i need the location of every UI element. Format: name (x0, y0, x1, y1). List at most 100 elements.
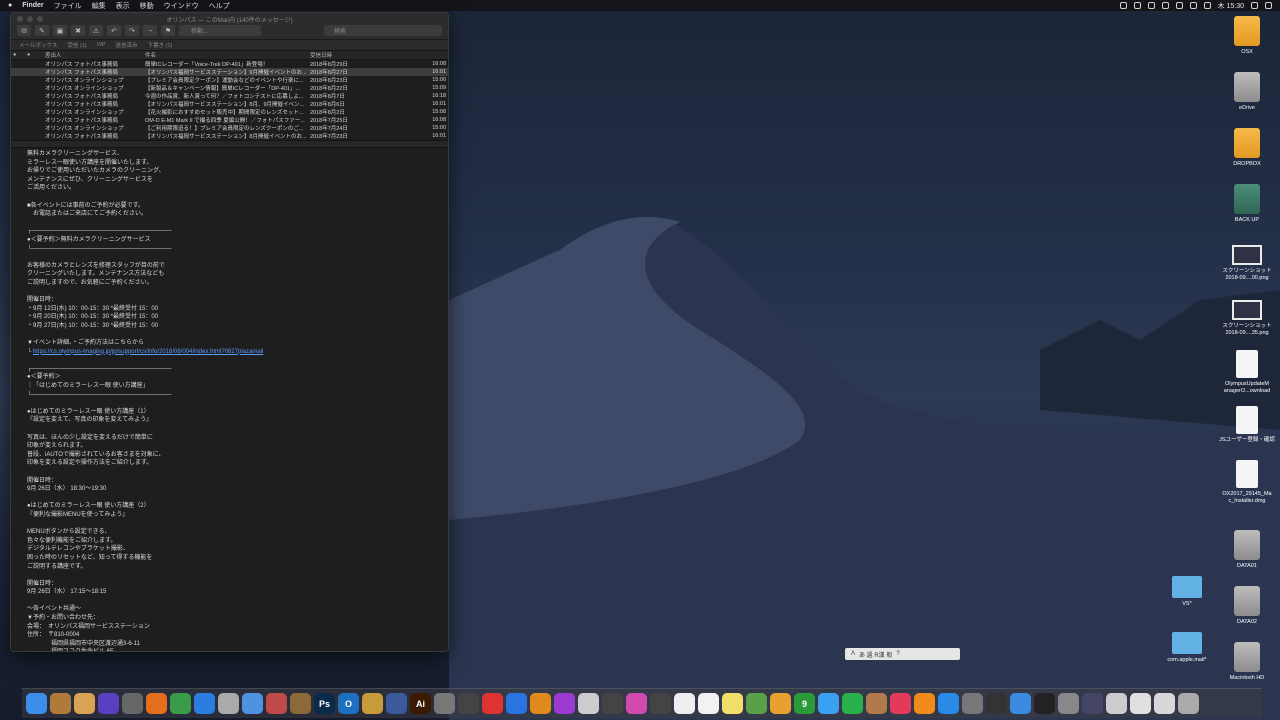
desktop-icon[interactable]: DROPBOX (1212, 128, 1280, 168)
message-row[interactable]: オリンパス オンラインショップ 【新製品＆キャンペーン情報】簡単ICレコーダー「D… (11, 84, 448, 92)
siri-icon[interactable] (98, 693, 119, 714)
message-row[interactable]: オリンパス オンラインショップ 【ご利用期限迫る！】プレミア会員限定のレンズクーポ… (11, 124, 448, 132)
contacts-icon[interactable] (866, 693, 887, 714)
menu-extra-icon[interactable] (1119, 2, 1127, 9)
message-row[interactable]: オリンパス オンラインショップ 【花火撮影におすすめセット販売中】期間限定のレンズ… (11, 108, 448, 116)
disk-utility-icon[interactable] (434, 693, 455, 714)
activity-monitor-icon[interactable] (986, 693, 1007, 714)
message-row[interactable]: オリンパス オンラインショップ 【プレミア会員限定クーポン】運動会などのイベントや… (11, 76, 448, 84)
stamp-icon[interactable] (362, 693, 383, 714)
reply-all-icon[interactable]: ↷ (125, 25, 139, 36)
favorites-mailboxes[interactable]: メールボックス (19, 41, 57, 49)
pane-divider[interactable] (11, 140, 448, 148)
camera-icon[interactable] (458, 693, 479, 714)
clock[interactable]: 木 15:30 (1218, 1, 1244, 11)
stickies-icon[interactable] (722, 693, 743, 714)
ibooks-icon[interactable] (914, 693, 935, 714)
header-date[interactable]: 受信日時 (308, 51, 418, 59)
junk-icon[interactable]: ⚠ (89, 25, 103, 36)
infuse-icon[interactable] (530, 693, 551, 714)
notes-editor-icon[interactable] (218, 693, 239, 714)
messages-icon[interactable] (818, 693, 839, 714)
printer-icon[interactable] (1106, 693, 1127, 714)
time-machine-icon[interactable] (1147, 2, 1155, 9)
message-row[interactable]: オリンパス フォトパス事務局 【オリンパス福岡サービスステーション】8月開催イベン… (11, 132, 448, 140)
menu-go[interactable]: 移動 (140, 1, 154, 11)
utilities-icon[interactable] (1058, 693, 1079, 714)
desktop-icon[interactable]: BACK UP (1212, 184, 1280, 224)
header-flag[interactable]: ● (11, 52, 25, 58)
header-attach[interactable]: ● (25, 52, 43, 58)
message-row[interactable]: オリンパス フォトパス事務局 【オリンパス福岡サービスステーション】9月開催イベン… (11, 68, 448, 76)
preview-icon[interactable] (74, 693, 95, 714)
volume-icon[interactable] (1189, 2, 1197, 9)
video-app-icon[interactable] (554, 693, 575, 714)
chrome-icon[interactable] (170, 693, 191, 714)
spotlight-icon[interactable] (1251, 2, 1258, 9)
favorites-vip[interactable]: VIP (97, 42, 106, 48)
desktop-icon[interactable]: OX2017_29145_Ma c_Installer.dmg (1212, 460, 1280, 505)
archive-icon[interactable]: ▣ (53, 25, 67, 36)
move-field[interactable]: 移動... (179, 25, 261, 36)
forward-icon[interactable]: → (143, 25, 157, 36)
bluetooth-icon[interactable] (1161, 2, 1169, 9)
screenshot-icon[interactable] (1082, 693, 1103, 714)
desktop-icon[interactable]: JSユーザー登録・確認 (1212, 406, 1280, 444)
firefox-icon[interactable] (146, 693, 167, 714)
desktop-icon[interactable]: OSX (1212, 16, 1280, 56)
desktop-icon[interactable]: com.apple.mail* (1152, 632, 1222, 664)
message-row[interactable]: オリンパス フォトパス事務局 今週の作品賞、新人賞って何？／フォトコンテストに応募… (11, 92, 448, 100)
photos-tool-icon[interactable] (266, 693, 287, 714)
favorites-sent[interactable]: 送信済み (115, 41, 137, 49)
event-link[interactable]: https://cs.olympus-imaging.jp/jp/support… (33, 349, 263, 355)
menu-window[interactable]: ウインドウ (164, 1, 199, 11)
desktop-icon[interactable]: eDrive (1212, 72, 1280, 112)
input-source-icon[interactable] (1203, 2, 1211, 9)
clock-app-icon[interactable] (650, 693, 671, 714)
books-icon[interactable] (290, 693, 311, 714)
flag-icon[interactable]: ⚑ (161, 25, 175, 36)
facetime-icon[interactable] (842, 693, 863, 714)
favorites-inbox[interactable]: 受信 (1) (67, 41, 86, 49)
documents-folder-icon[interactable] (1154, 693, 1175, 714)
delete-icon[interactable]: ✖ (71, 25, 85, 36)
menu-file[interactable]: ファイル (54, 1, 82, 11)
dropbox-icon[interactable] (1133, 2, 1141, 9)
trash-icon[interactable] (1178, 693, 1199, 714)
maps-icon[interactable] (746, 693, 767, 714)
desktop-icon[interactable]: DATA01 (1212, 530, 1280, 570)
system-preferences-icon[interactable] (962, 693, 983, 714)
archive-utility-icon[interactable] (50, 693, 71, 714)
desktop-icon[interactable]: Macintosh HD (1212, 642, 1280, 682)
compose-icon[interactable]: ✎ (35, 25, 49, 36)
menu-help[interactable]: ヘルプ (209, 1, 230, 11)
search-field[interactable]: 検索 (324, 25, 442, 36)
photos-icon[interactable] (770, 693, 791, 714)
ime-help-icon[interactable]: ? (896, 651, 899, 657)
app-menu[interactable]: Finder (22, 2, 43, 9)
menu-edit[interactable]: 編集 (92, 1, 106, 11)
mail-app-icon[interactable] (242, 693, 263, 714)
message-row[interactable]: オリンパス フォトパス事務局 OM-D E-M1 Mark II で撮る四季 夏編… (11, 116, 448, 124)
app-store-icon[interactable] (938, 693, 959, 714)
ime-palette[interactable]: Λ あ 遺 R漢 般 ? (845, 648, 960, 660)
numbers-icon[interactable]: 9 (794, 693, 815, 714)
desktop-icon[interactable]: スクリーンショット 2018-09....35.png (1212, 300, 1280, 337)
terminal-icon[interactable] (1034, 693, 1055, 714)
color-app-icon[interactable] (626, 693, 647, 714)
favorites-drafts[interactable]: 下書き (1) (148, 41, 173, 49)
desktop-icon[interactable]: DATA02 (1212, 586, 1280, 626)
network-icon[interactable] (1010, 693, 1031, 714)
wifi-icon[interactable] (1175, 2, 1183, 9)
message-row[interactable]: オリンパス フォトパス事務局 簡単ICレコーダー「Voice-Trek DP-40… (11, 60, 448, 68)
notification-center-icon[interactable] (1265, 2, 1272, 9)
reply-icon[interactable]: ↶ (107, 25, 121, 36)
calendar-icon[interactable] (674, 693, 695, 714)
flamingo-icon[interactable] (482, 693, 503, 714)
get-mail-icon[interactable]: ✉ (17, 25, 31, 36)
downloads-folder-icon[interactable] (1130, 693, 1151, 714)
lightroom-icon[interactable] (386, 693, 407, 714)
safari-icon[interactable] (194, 693, 215, 714)
launchpad-icon[interactable] (122, 693, 143, 714)
dropbox-app-icon[interactable] (506, 693, 527, 714)
